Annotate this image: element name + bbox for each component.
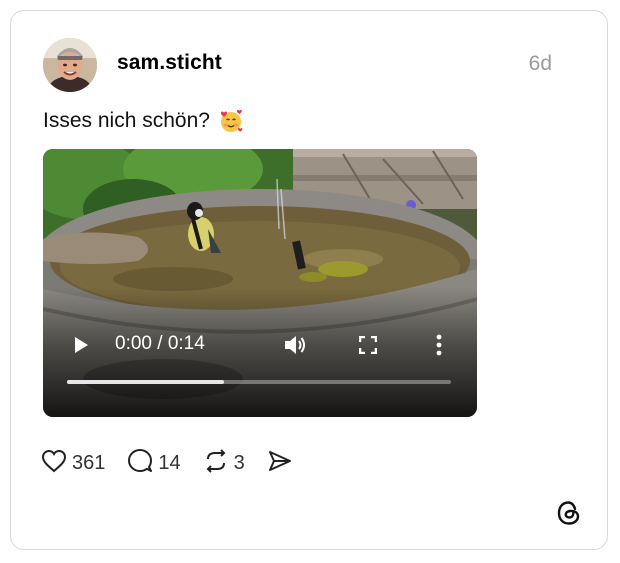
volume-icon[interactable] — [281, 327, 309, 363]
send-icon — [267, 449, 293, 478]
username[interactable]: sam.sticht — [117, 51, 222, 75]
reply-count: 14 — [158, 451, 181, 474]
video-player[interactable]: 0:00 / 0:14 — [43, 149, 477, 417]
repost-button[interactable]: 3 — [203, 448, 245, 479]
fullscreen-icon[interactable] — [355, 327, 381, 363]
repost-count: 3 — [233, 451, 245, 474]
threads-logo-icon[interactable] — [555, 499, 583, 527]
avatar[interactable] — [43, 38, 97, 92]
repost-icon — [203, 448, 229, 479]
like-button[interactable]: 361 — [41, 449, 105, 478]
caption-text: Isses nich schön? — [43, 109, 210, 132]
video-timecode: 0:00 / 0:14 — [115, 333, 205, 354]
post-caption: Isses nich schön? — [43, 108, 244, 134]
share-button[interactable] — [267, 449, 293, 478]
post-actions: 361 14 3 — [41, 448, 315, 478]
more-options-icon[interactable] — [429, 327, 449, 363]
post-card: sam.sticht 6d Isses nich schön? 0:00 / 0… — [10, 10, 608, 550]
reply-button[interactable]: 14 — [127, 448, 181, 479]
smiling-face-with-hearts-icon — [218, 108, 244, 134]
heart-icon — [41, 449, 67, 478]
play-icon[interactable] — [69, 327, 93, 363]
video-progress-bar[interactable] — [67, 380, 451, 384]
comment-icon — [127, 448, 153, 479]
video-controls: 0:00 / 0:14 — [43, 327, 477, 363]
post-time[interactable]: 6d — [529, 52, 552, 76]
like-count: 361 — [72, 451, 106, 474]
video-progress-fill — [67, 380, 225, 384]
